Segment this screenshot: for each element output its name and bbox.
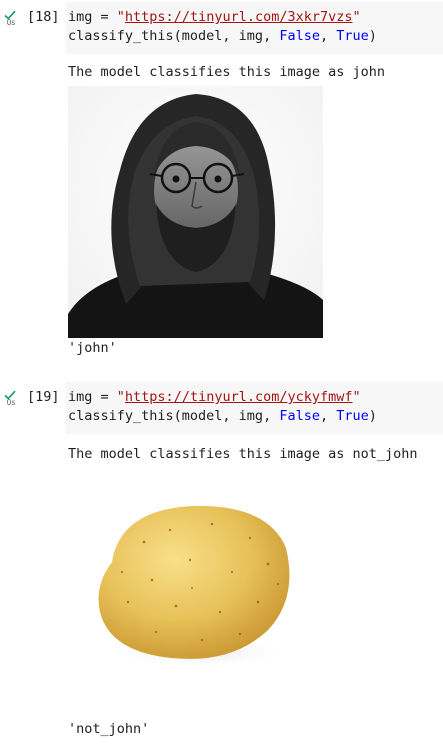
code-cell-19[interactable]: 0s [19] img = "https://tinyurl.com/yckyf… xyxy=(0,380,443,752)
output-text: The model classifies this image as not_j… xyxy=(68,446,418,462)
cell-result: 'not_john' xyxy=(68,721,150,737)
run-status[interactable]: 0s xyxy=(4,10,18,27)
exec-count: [19] xyxy=(27,389,60,405)
code-line-1: img = "https://tinyurl.com/3xkr7vzs" xyxy=(68,9,361,25)
exec-count: [18] xyxy=(27,9,60,25)
run-status[interactable]: 0s xyxy=(4,390,18,407)
output-text: The model classifies this image as john xyxy=(68,64,385,80)
potato-image xyxy=(98,505,290,668)
code-line-2: classify_this(model, img, False, True) xyxy=(68,408,377,424)
url-link[interactable]: https://tinyurl.com/yckyfmwf xyxy=(125,389,353,405)
url-link[interactable]: https://tinyurl.com/3xkr7vzs xyxy=(125,9,353,25)
exec-time: 0s xyxy=(6,18,16,27)
cell-result: 'john' xyxy=(68,340,117,356)
portrait-image xyxy=(68,86,323,338)
code-cell-18[interactable]: 0s [18] img = "https://tinyurl.com/3xkr7… xyxy=(0,0,443,375)
code-line-2: classify_this(model, img, False, True) xyxy=(68,28,377,44)
exec-time: 0s xyxy=(6,398,16,407)
code-line-1: img = "https://tinyurl.com/yckyfmwf" xyxy=(68,389,361,405)
